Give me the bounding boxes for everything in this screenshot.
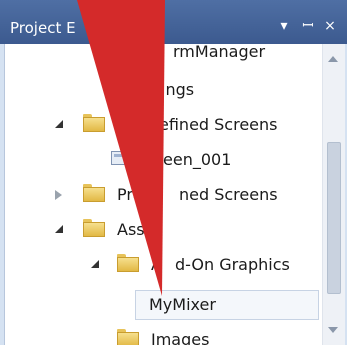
tree-item-settings[interactable]: ings [5, 76, 319, 104]
folder-icon [117, 254, 139, 272]
folder-icon [83, 184, 105, 202]
collapse-icon[interactable] [55, 225, 63, 233]
tree-item-label: Pre [117, 185, 143, 204]
scroll-up-icon[interactable] [328, 56, 338, 62]
tree-item-add-on-graphics[interactable]: A d-On Graphics [5, 251, 319, 279]
tree-item-form-manager[interactable]: rmManager [5, 38, 319, 66]
tree-item-label: MyMixer [149, 295, 216, 314]
folder-icon [117, 329, 139, 345]
close-icon[interactable]: × [322, 18, 338, 34]
tree-item-label: een_001 [163, 150, 232, 169]
tree-item-label: Images [151, 330, 210, 345]
tree-item-label: efined Screens [159, 115, 278, 134]
tree-item-assets[interactable]: Asse [5, 216, 319, 244]
tree-item-label: A [151, 255, 162, 274]
tree-item-label: ings [161, 80, 195, 99]
tree-item-predefined-screens[interactable]: Pre ned Screens [5, 181, 319, 209]
pin-icon[interactable]: ꟷ [300, 18, 316, 34]
collapse-icon[interactable] [91, 260, 99, 268]
vertical-scrollbar[interactable] [322, 44, 345, 345]
tree-item-label-continued: d-On Graphics [175, 255, 290, 274]
project-explorer-window: Project E ▾ ꟷ × rmManager ings efined Sc… [0, 0, 347, 345]
tree-item-label: Asse [117, 220, 155, 239]
folder-icon [83, 219, 105, 237]
tree-item-label-continued: ned Screens [179, 185, 278, 204]
tree-item-mymixer[interactable]: MyMixer [5, 291, 319, 319]
tree-panel: rmManager ings efined Screens een_001 Pr… [4, 42, 345, 345]
window-title: Project E [10, 19, 76, 37]
dropdown-icon[interactable]: ▾ [276, 18, 292, 34]
scroll-down-icon[interactable] [328, 327, 338, 333]
scrollbar-thumb[interactable] [327, 142, 341, 294]
expand-icon[interactable] [55, 190, 62, 200]
tree-item-screen-001[interactable]: een_001 [5, 146, 319, 174]
tree-item-images[interactable]: Images [5, 326, 319, 345]
screen-icon [111, 149, 133, 167]
tree-item-user-defined-screens[interactable]: efined Screens [5, 111, 319, 139]
tree-item-label: rmManager [173, 42, 266, 61]
collapse-icon[interactable] [55, 120, 63, 128]
folder-icon [83, 114, 105, 132]
